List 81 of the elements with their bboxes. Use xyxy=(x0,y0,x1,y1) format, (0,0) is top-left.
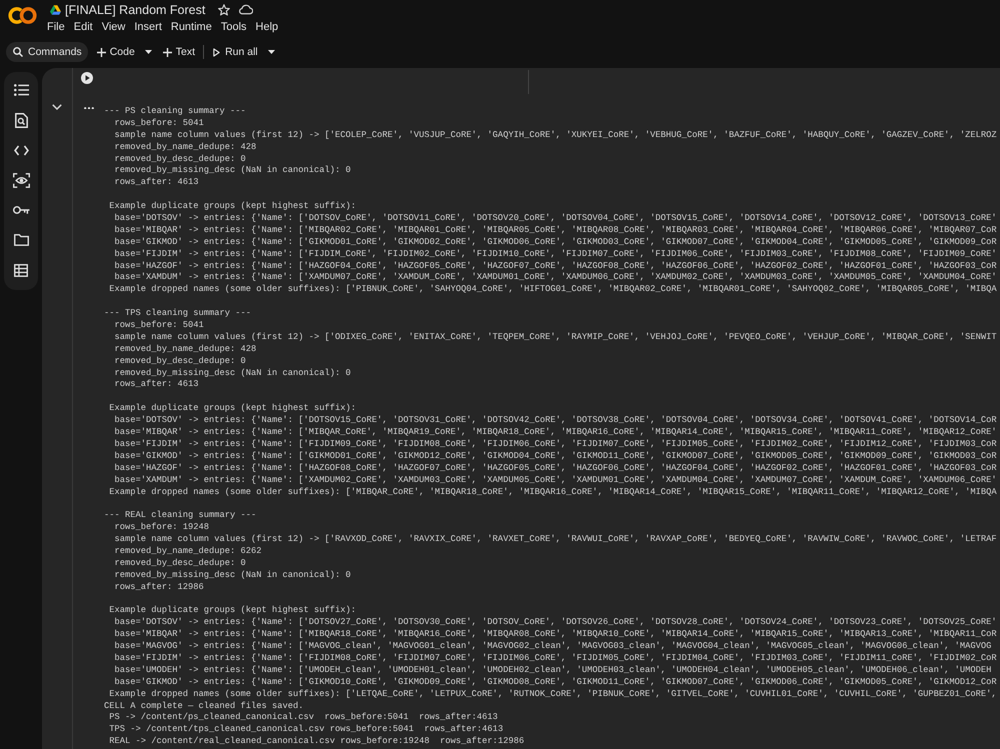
document-search-icon[interactable] xyxy=(14,112,28,128)
notebook-title[interactable]: [FINALE] Random Forest xyxy=(65,2,206,16)
play-icon xyxy=(213,48,220,56)
output-line: base='FIJDIM' -> entries: {'Name': ['FIJDIM09_CoRE', 'FIJDIM08_CoRE', 'FIJDIM06_CoRE', 'FIJDIM07_CoRE', 'FIJDIM05_CoRE', 'FIJDIM02_CoRE', 'FIJDIM12_CoRE', 'FIJDIM03_CoR xyxy=(114,438,997,451)
run-button[interactable]: Run all xyxy=(209,42,262,62)
output-line: base='XAMDUM' -> entries: {'Name': ['XAMDUM02_CoRE', 'XAMDUM03_CoRE', 'XAMDUM05_CoRE', 'XAMDUM01_CoRE', 'XAMDUM04_CoRE', 'XAMDUM07_CoRE', 'XAMDUM_CoRE', 'XAMDUM06_CoRE' xyxy=(114,474,997,486)
output-line: base='DOTSOV' -> entries: {'Name': ['DOTSOV27_CoRE', 'DOTSOV30_CoRE', 'DOTSOV_CoRE', 'DOTSOV26_CoRE', 'DOTSOV28_CoRE', 'DOTSOV24_CoRE', 'DOTSOV23_CoRE', 'DOTSOV25_CoRE' xyxy=(114,617,997,630)
output-line: rows_before: 5041 xyxy=(114,118,204,130)
output-line: base='HAZGOF' -> entries: {'Name': ['HAZGOF04_CoRE', 'HAZGOF05_CoRE', 'HAZGOF07_CoRE', 'HAZGOF08_CoRE', 'HAZGOF06_CoRE', 'HAZGOF02_CoRE', 'HAZGOF01_CoRE', 'HAZGOF03_CoR xyxy=(114,260,997,272)
output-line: Example duplicate groups (kept highest suffix): xyxy=(109,403,356,416)
output-line: base='DOTSOV' -> entries: {'Name': ['DOTSOV15_CoRE', 'DOTSOV31_CoRE', 'DOTSOV42_CoRE', 'DOTSOV38_CoRE', 'DOTSOV04_CoRE', 'DOTSOV34_CoRE', 'DOTSOV41_CoRE', 'DOTSOV14_CoR xyxy=(114,415,997,428)
menu-item[interactable]: File xyxy=(47,21,65,33)
add-button[interactable]: Text xyxy=(158,42,200,62)
output-line: --- TPS cleaning summary --- xyxy=(104,308,252,320)
output-line: Example duplicate groups (kept highest suffix): xyxy=(109,201,356,214)
menu-item[interactable]: Insert xyxy=(134,21,162,33)
logo-icon[interactable] xyxy=(8,7,37,24)
caret-icon[interactable] xyxy=(268,50,275,54)
search-button[interactable]: Commands xyxy=(6,42,88,62)
key-icon[interactable] xyxy=(12,205,30,215)
output-line: removed_by_desc_dedupe: 0 xyxy=(114,154,246,166)
list-icon[interactable] xyxy=(14,84,28,96)
folder-icon[interactable] xyxy=(14,234,28,246)
output-line: base='MAGVOG' -> entries: {'Name': ['MAGVOG_clean', 'MAGVOG01_clean', 'MAGVOG02_clean', 'MAGVOG03_clean', 'MAGVOG04_clean', 'MAGVOG05_clean', 'MAGVOG06_clean', 'MAGVOG xyxy=(114,641,992,653)
output-line: removed_by_desc_dedupe: 0 xyxy=(114,558,246,570)
code-icon[interactable] xyxy=(14,144,28,156)
output-line: removed_by_missing_desc (NaN in canonical): 0 xyxy=(114,368,351,380)
output-line: Example dropped names (some older suffixes): ['PIBNUK_CoRE', 'SAHYOQ04_CoRE', 'HIFTOG01_CoRE', 'MIBQAR02_CoRE', 'MIBQAR01_CoRE', 'SAHYOQ02_CoRE', 'MIBQAR05_CoRE', 'MIBQA xyxy=(109,284,997,296)
output-line: base='HAZGOF' -> entries: {'Name': ['HAZGOF08_CoRE', 'HAZGOF07_CoRE', 'HAZGOF05_CoRE', 'HAZGOF06_CoRE', 'HAZGOF04_CoRE', 'HAZGOF02_CoRE', 'HAZGOF01_CoRE', 'HAZGOF03_CoR xyxy=(114,462,997,475)
menu-item[interactable]: View xyxy=(102,21,126,33)
output-line: TPS -> /content/tps_cleaned_canonical.csv rows_before:5041 rows_after:4613 xyxy=(109,724,504,736)
output-line: REAL -> /content/real_cleaned_canonical.csv rows_before:19248 rows_after:12986 xyxy=(109,736,524,748)
menu-item[interactable]: Help xyxy=(256,21,278,33)
output-line: removed_by_name_dedupe: 6262 xyxy=(114,546,262,558)
table-icon[interactable] xyxy=(14,264,28,276)
add-button[interactable]: Code xyxy=(92,42,139,62)
output-line: base='UMODEH' -> entries: {'Name': ['UMODEH_clean', 'UMODEH01_clean', 'UMODEH02_clean', 'UMODEH03_clean', 'UMODEH04_clean', 'UMODEH05_clean', 'UMODEH06_clean', 'UMODEH xyxy=(114,664,992,677)
output-line: removed_by_name_dedupe: 428 xyxy=(114,344,256,356)
output-line: base='MIBQAR' -> entries: {'Name': ['MIBQAR_CoRE', 'MIBQAR19_CoRE', 'MIBQAR18_CoRE', 'MIBQAR16_CoRE', 'MIBQAR14_CoRE', 'MIBQAR15_CoRE', 'MIBQAR11_CoRE', 'MIBQAR12_CoRE' xyxy=(114,427,997,439)
output-line: Example dropped names (some older suffixes): ['LETQAE_CoRE', 'LETPUX_CoRE', 'RUTNOK_CoRE', 'PIBNUK_CoRE', 'GITVEL_CoRE', 'CUVHIL01_CoRE', 'CUVHIL_CoRE', 'GUPBEZ01_CoRE', xyxy=(109,688,997,701)
output-line: base='FIJDIM' -> entries: {'Name': ['FIJDIM08_CoRE', 'FIJDIM07_CoRE', 'FIJDIM06_CoRE', 'FIJDIM05_CoRE', 'FIJDIM04_CoRE', 'FIJDIM03_CoRE', 'FIJDIM11_CoRE', 'FIJDIM02_CoR xyxy=(114,652,997,665)
output-line: base='GIKMOD' -> entries: {'Name': ['GIKMOD01_CoRE', 'GIKMOD02_CoRE', 'GIKMOD06_CoRE', 'GIKMOD03_CoRE', 'GIKMOD07_CoRE', 'GIKMOD04_CoRE', 'GIKMOD05_CoRE', 'GIKMOD09_CoR xyxy=(114,236,997,249)
output-line: removed_by_missing_desc (NaN in canonical): 0 xyxy=(114,570,351,582)
output-line: --- PS cleaning summary --- xyxy=(104,106,246,118)
plus-icon xyxy=(96,48,106,56)
menu-item[interactable]: Tools xyxy=(220,21,247,33)
output-line: CELL A complete — cleaned files saved. xyxy=(104,700,304,712)
output-line: --- REAL cleaning summary --- xyxy=(104,510,256,522)
output-line: Example duplicate groups (kept highest suffix): xyxy=(109,605,356,618)
output-line: rows_after: 4613 xyxy=(114,177,199,190)
menu-item[interactable]: Edit xyxy=(74,21,93,33)
output-line: rows_before: 5041 xyxy=(114,320,204,332)
output-line: PS -> /content/ps_cleaned_canonical.csv rows_before:5041 rows_after:4613 xyxy=(109,712,498,724)
menu-item[interactable]: Runtime xyxy=(170,21,212,33)
star-icon[interactable] xyxy=(218,4,230,16)
eye-icon[interactable] xyxy=(12,172,30,188)
output-line: Example dropped names (some older suffixes): ['MIBQAR_CoRE', 'MIBQAR18_CoRE', 'MIBQAR16_CoRE', 'MIBQAR14_CoRE', 'MIBQAR15_CoRE', 'MIBQAR11_CoRE', 'MIBQAR12_CoRE', 'MIBQA xyxy=(109,486,997,498)
cloud-icon[interactable] xyxy=(238,4,254,15)
output-line: removed_by_name_dedupe: 428 xyxy=(114,142,256,154)
output-line: base='GIKMOD' -> entries: {'Name': ['GIKMOD01_CoRE', 'GIKMOD12_CoRE', 'GIKMOD04_CoRE', 'GIKMOD11_CoRE', 'GIKMOD07_CoRE', 'GIKMOD05_CoRE', 'GIKMOD09_CoRE', 'GIKMOD03_CoR xyxy=(114,450,997,463)
output-line: base='DOTSOV' -> entries: {'Name': ['DOTSOV_CoRE', 'DOTSOV11_CoRE', 'DOTSOV20_CoRE', 'DOTSOV04_CoRE', 'DOTSOV15_CoRE', 'DOTSOV14_CoRE', 'DOTSOV12_CoRE', 'DOTSOV13_CoRE' xyxy=(114,213,997,225)
output-line: sample name column values (first 12) -> ['ODIXEG_CoRE', 'ENITAX_CoRE', 'TEQPEM_CoRE', 'RAYMIP_CoRE', 'VEHJOJ_CoRE', 'PEVQEO_CoRE', 'VEHJUP_CoRE', 'MIBQAR_CoRE', 'SENWIT xyxy=(114,332,997,344)
search-icon xyxy=(13,47,23,57)
output-line: base='XAMDUM' -> entries: {'Name': ['XAMDUM07_CoRE', 'XAMDUM_CoRE', 'XAMDUM01_CoRE', 'XAMDUM06_CoRE', 'XAMDUM02_CoRE', 'XAMDUM03_CoRE', 'XAMDUM05_CoRE', 'XAMDUM04_CoRE' xyxy=(114,272,997,284)
caret-icon[interactable] xyxy=(144,50,152,54)
output-line: rows_before: 19248 xyxy=(114,522,210,534)
output-line: rows_after: 4613 xyxy=(114,379,199,392)
plus-icon xyxy=(162,48,172,56)
play-icon[interactable] xyxy=(81,72,93,84)
triangle-logo-icon xyxy=(50,4,61,14)
output-line: base='MIBQAR' -> entries: {'Name': ['MIBQAR02_CoRE', 'MIBQAR01_CoRE', 'MIBQAR05_CoRE', 'MIBQAR08_CoRE', 'MIBQAR03_CoRE', 'MIBQAR04_CoRE', 'MIBQAR06_CoRE', 'MIBQAR07_CoR xyxy=(114,224,997,237)
output-line: base='FIJDIM' -> entries: {'Name': ['FIJDIM_CoRE', 'FIJDIM02_CoRE', 'FIJDIM10_CoRE', 'FIJDIM07_CoRE', 'FIJDIM06_CoRE', 'FIJDIM03_CoRE', 'FIJDIM08_CoRE', 'FIJDIM09_CoRE' xyxy=(114,248,997,261)
output-line: base='MIBQAR' -> entries: {'Name': ['MIBQAR18_CoRE', 'MIBQAR16_CoRE', 'MIBQAR08_CoRE', 'MIBQAR10_CoRE', 'MIBQAR14_CoRE', 'MIBQAR15_CoRE', 'MIBQAR13_CoRE', 'MIBQAR11_CoR xyxy=(114,629,997,642)
chevron-icon[interactable] xyxy=(52,104,62,110)
output-line: removed_by_desc_dedupe: 0 xyxy=(114,356,246,368)
output-line: sample name column values (first 12) -> ['RAVXOD_CoRE', 'RAVXIX_CoRE', 'RAVXET_CoRE', 'RAVWUI_CoRE', 'RAVXAP_CoRE', 'BEDYEQ_CoRE', 'RAVWIW_CoRE', 'RAVWOC_CoRE', 'LETRAF xyxy=(114,534,997,546)
ellipsis-icon[interactable] xyxy=(84,107,94,110)
output-line: base='GIKMOD' -> entries: {'Name': ['GIKMOD10_CoRE', 'GIKMOD09_CoRE', 'GIKMOD08_CoRE', 'GIKMOD11_CoRE', 'GIKMOD07_CoRE', 'GIKMOD06_CoRE', 'GIKMOD05_CoRE', 'GIKMOD12_CoR xyxy=(114,676,997,689)
output-line: sample name column values (first 12) -> ['ECOLEP_CoRE', 'VUSJUP_CoRE', 'GAQYIH_CoRE', 'XUKYEI_CoRE', 'VEBHUG_CoRE', 'BAZFUF_CoRE', 'HABQUY_CoRE', 'GAGZEV_CoRE', 'ZELROZ xyxy=(114,130,997,142)
output-line: rows_after: 12986 xyxy=(114,582,204,594)
output-line: removed_by_missing_desc (NaN in canonical): 0 xyxy=(114,165,351,178)
